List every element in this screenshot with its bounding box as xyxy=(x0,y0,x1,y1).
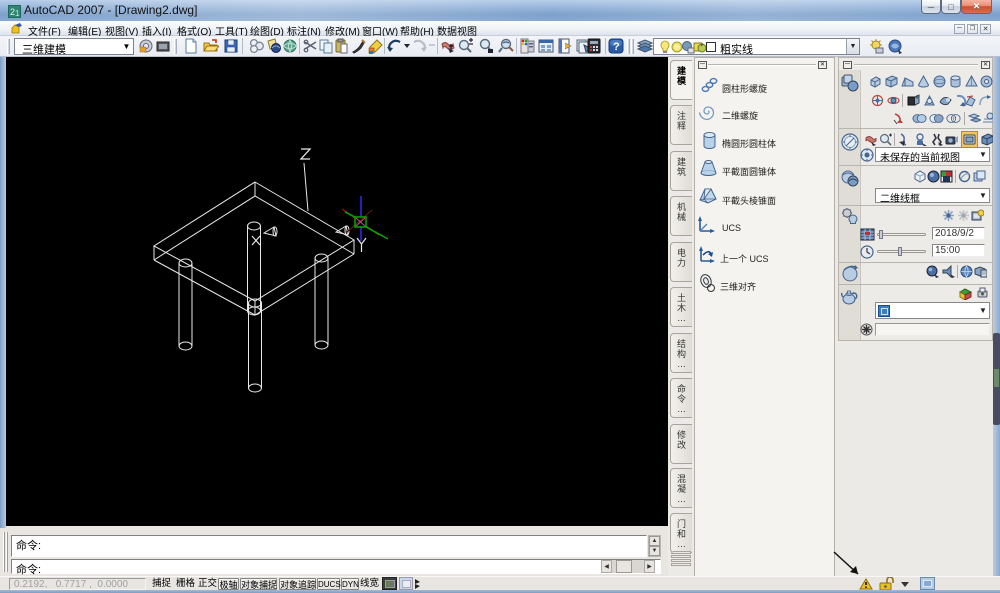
svg-text:?: ? xyxy=(613,41,620,53)
svg-text:1: 1 xyxy=(15,9,20,18)
